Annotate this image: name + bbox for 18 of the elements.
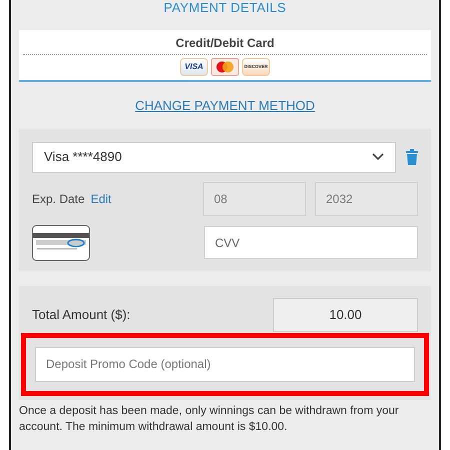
payment-method-label: Credit/Debit Card [174, 35, 276, 52]
edit-link[interactable]: Edit [90, 190, 112, 208]
withdrawal-notice: Once a deposit has been made, only winnings can be withdrawn from your account. The minimum withdrawal amount is $10.00. [19, 404, 400, 434]
change-payment-link[interactable]: CHANGE PAYMENT METHOD [135, 96, 315, 116]
mastercard-logo [211, 58, 239, 76]
exp-year-field[interactable]: 2032 [315, 182, 418, 216]
promo-code-field[interactable]: Deposit Promo Code (optional) [35, 346, 415, 382]
card-select[interactable]: Visa ****4890 [32, 142, 396, 172]
cvv-field[interactable]: CVV [204, 226, 418, 259]
card-back-icon [32, 224, 90, 260]
total-amount-field[interactable]: 10.00 [273, 298, 418, 332]
visa-logo: VISA [180, 58, 208, 76]
chevron-down-icon [372, 153, 384, 161]
trash-icon[interactable] [406, 149, 418, 165]
exp-month-field[interactable]: 08 [203, 182, 306, 216]
page-title: PAYMENT DETAILS [162, 0, 288, 16]
exp-date-label: Exp. Date [32, 190, 85, 208]
total-amount-label: Total Amount ($): [32, 306, 130, 324]
